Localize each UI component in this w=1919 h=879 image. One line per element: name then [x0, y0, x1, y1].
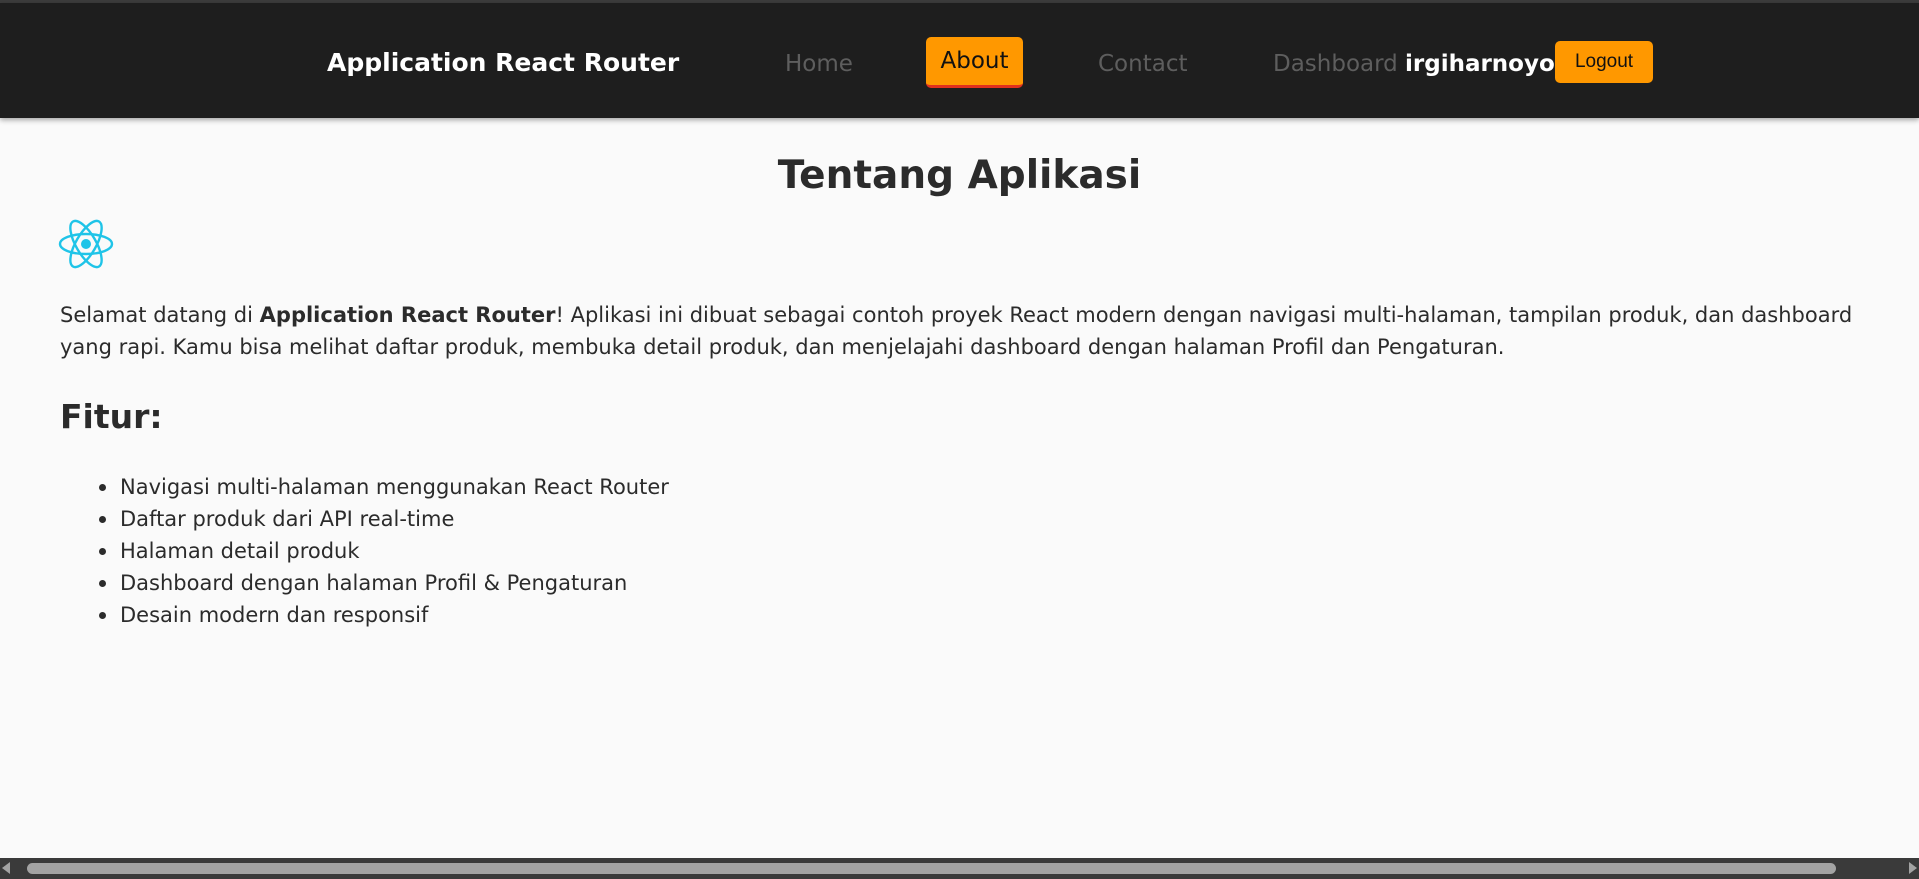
- nav-link-about[interactable]: About: [926, 37, 1023, 88]
- nav-link-contact[interactable]: Contact: [1098, 50, 1187, 78]
- nav-link-dashboard[interactable]: Dashboard: [1273, 50, 1398, 78]
- feature-item: Daftar produk dari API real-time: [99, 503, 669, 535]
- scroll-right-arrow-icon[interactable]: [1909, 862, 1917, 874]
- horizontal-scrollbar[interactable]: [0, 858, 1919, 879]
- page-title: Tentang Aplikasi: [777, 153, 1142, 198]
- feature-item: Desain modern dan responsif: [99, 599, 669, 631]
- feature-item: Navigasi multi-halaman menggunakan React…: [99, 471, 669, 503]
- feature-list: Navigasi multi-halaman menggunakan React…: [99, 471, 669, 631]
- feature-item: Halaman detail produk: [99, 535, 669, 567]
- logout-button[interactable]: Logout: [1555, 41, 1653, 83]
- brand-title[interactable]: Application React Router: [327, 48, 679, 78]
- features-heading: Fitur:: [60, 397, 163, 436]
- nav-link-home[interactable]: Home: [785, 50, 853, 78]
- react-atom-icon: [58, 216, 114, 272]
- intro-app-name: Application React Router: [259, 303, 556, 327]
- username-label: irgiharnoyo: [1405, 51, 1555, 77]
- intro-prefix: Selamat datang di: [60, 303, 260, 327]
- intro-paragraph: Selamat datang di Application React Rout…: [60, 299, 1860, 363]
- feature-item: Dashboard dengan halaman Profil & Pengat…: [99, 567, 669, 599]
- scrollbar-thumb[interactable]: [27, 863, 1836, 874]
- scroll-left-arrow-icon[interactable]: [2, 862, 10, 874]
- navbar: Application React Router Home About Cont…: [0, 3, 1919, 118]
